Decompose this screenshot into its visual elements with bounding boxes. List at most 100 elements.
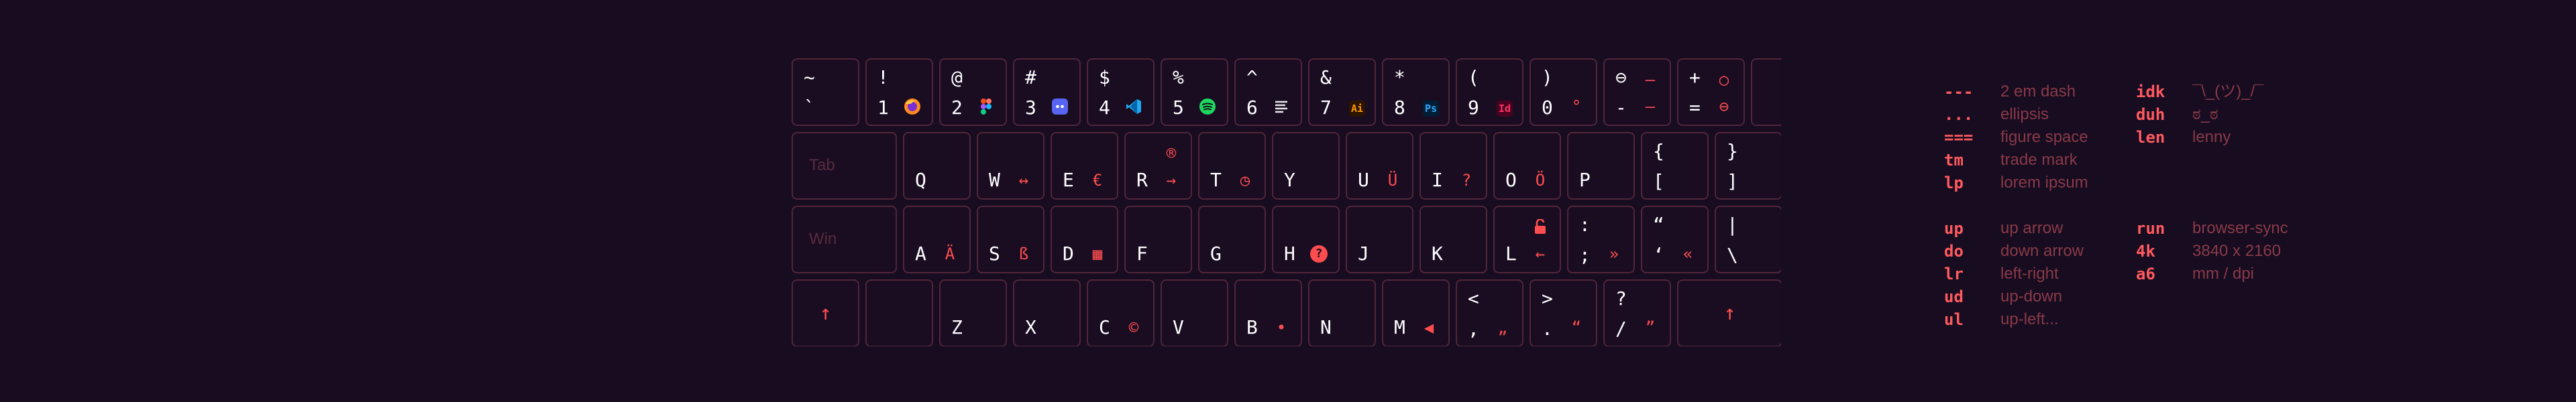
key-p[interactable]: P bbox=[1567, 132, 1635, 200]
key-5[interactable]: % 5 bbox=[1161, 58, 1228, 126]
key-bottom-label: ‘ bbox=[1653, 244, 1664, 266]
key-semicolon[interactable]: :; » bbox=[1567, 206, 1635, 273]
key-l[interactable]: L ← bbox=[1493, 206, 1561, 273]
key-6[interactable]: ^ 6 bbox=[1234, 58, 1302, 126]
key-e[interactable]: E € bbox=[1051, 132, 1118, 200]
key-r[interactable]: ® R → bbox=[1124, 132, 1192, 200]
key-label: O bbox=[1505, 169, 1517, 191]
key-tilde[interactable]: ~ ` bbox=[792, 58, 859, 126]
key-bottom-label: . bbox=[1542, 318, 1553, 340]
legend-description: ¯\_(ツ)_/¯ bbox=[2192, 82, 2264, 100]
legend-row: lr left-right bbox=[1944, 263, 2088, 285]
key-backspace-partial[interactable] bbox=[1751, 58, 1781, 126]
key-g[interactable]: G bbox=[1198, 206, 1266, 273]
key-8[interactable]: * 8 Ps bbox=[1382, 58, 1450, 126]
key-7[interactable]: & 7 Ai bbox=[1308, 58, 1376, 126]
legend-description: down arrow bbox=[2000, 242, 2084, 260]
key-z[interactable]: Z bbox=[939, 279, 1007, 346]
notes-icon bbox=[1271, 96, 1291, 117]
key-bottom-label: 3 bbox=[1025, 96, 1036, 119]
key-label: B bbox=[1246, 316, 1258, 338]
key-label: P bbox=[1579, 169, 1591, 191]
key-v[interactable]: V bbox=[1161, 279, 1228, 346]
key-bottom-label: - bbox=[1615, 96, 1627, 119]
key-h[interactable]: H? bbox=[1272, 206, 1340, 273]
key-t[interactable]: T ◷ bbox=[1198, 132, 1266, 200]
key-label: J bbox=[1358, 243, 1369, 265]
key-2[interactable]: @ 2 bbox=[939, 58, 1007, 126]
key-bottom-label: 5 bbox=[1173, 96, 1184, 119]
key-period[interactable]: >. “ bbox=[1529, 279, 1597, 346]
key-label: X bbox=[1025, 316, 1036, 338]
key-bottom-label: = bbox=[1689, 96, 1701, 119]
key-bottom-label: 9 bbox=[1468, 96, 1479, 119]
key-shift-left[interactable]: ↑ bbox=[792, 279, 859, 346]
key-bracket-right[interactable]: }] bbox=[1715, 132, 1781, 200]
legend-description: up arrow bbox=[2000, 219, 2063, 237]
key-n[interactable]: N bbox=[1308, 279, 1376, 346]
key-shift-right[interactable]: ↑ bbox=[1677, 279, 1781, 346]
key-win[interactable]: Win bbox=[792, 206, 897, 273]
key-j[interactable]: J bbox=[1346, 206, 1413, 273]
key-quote[interactable]: “ ‘ « bbox=[1641, 206, 1709, 273]
circle-icon: ○ bbox=[1719, 70, 1729, 89]
key-q[interactable]: Q bbox=[903, 132, 971, 200]
key-minus[interactable]: ⊖ — - – bbox=[1603, 58, 1671, 126]
key-u[interactable]: UÜ bbox=[1346, 132, 1413, 200]
key-w[interactable]: W ↔ bbox=[977, 132, 1044, 200]
legend-code: do bbox=[1944, 242, 1964, 261]
key-a[interactable]: AÄ bbox=[903, 206, 971, 273]
key-label: H bbox=[1284, 243, 1295, 265]
legend-row: up up arrow bbox=[1944, 217, 2088, 240]
key-label: G bbox=[1210, 243, 1222, 265]
key-o[interactable]: OÖ bbox=[1493, 132, 1561, 200]
figma-icon bbox=[976, 96, 996, 117]
qwerty-row: Tab Q W ↔ E € ® R → T ◷ Y UÜ I? OÖ P {[ }] bbox=[792, 132, 1781, 200]
key-d[interactable]: D ▦ bbox=[1051, 206, 1118, 273]
key-top-label: ~ bbox=[804, 66, 815, 88]
key-label: Y bbox=[1284, 169, 1295, 191]
key-k[interactable]: K bbox=[1419, 206, 1487, 273]
key-top-label: * bbox=[1394, 66, 1405, 88]
key-bracket-left[interactable]: {[ bbox=[1641, 132, 1709, 200]
key-comma[interactable]: <, „ bbox=[1456, 279, 1523, 346]
key-label: R bbox=[1136, 169, 1148, 191]
spotify-icon bbox=[1197, 96, 1218, 117]
u-umlaut-icon: Ü bbox=[1387, 171, 1398, 190]
key-bottom-label: 2 bbox=[951, 96, 963, 119]
key-bottom-label: ] bbox=[1727, 170, 1738, 192]
key-label: A bbox=[915, 243, 926, 265]
legend-description: 3840 x 2160 bbox=[2192, 242, 2282, 260]
key-3[interactable]: # 3 bbox=[1013, 58, 1081, 126]
key-top-label: : bbox=[1579, 214, 1591, 236]
key-s[interactable]: Sß bbox=[977, 206, 1044, 273]
key-m[interactable]: M ◀ bbox=[1382, 279, 1450, 346]
key-i[interactable]: I? bbox=[1419, 132, 1487, 200]
legend-code: run bbox=[2136, 219, 2165, 238]
key-tab[interactable]: Tab bbox=[792, 132, 897, 200]
minus-circle-icon: ⊖ bbox=[1719, 97, 1729, 116]
legend-row: duh ಠ_ಠ bbox=[2136, 103, 2288, 126]
key-b[interactable]: B • bbox=[1234, 279, 1302, 346]
legend-row: lp lorem ipsum bbox=[1944, 172, 2088, 194]
keyboard: ~ ` ! 1 @ 2 # 3 $ 4 % 5 ^ 6 & 7 Ai * 8 P… bbox=[792, 58, 1781, 346]
key-backslash[interactable]: | \ bbox=[1715, 206, 1781, 273]
key-c[interactable]: C © bbox=[1087, 279, 1155, 346]
euro-icon: € bbox=[1092, 171, 1103, 190]
key-blank[interactable] bbox=[865, 279, 933, 346]
key-4[interactable]: $ 4 bbox=[1087, 58, 1155, 126]
en-dash-icon: – bbox=[1645, 97, 1656, 116]
key-9[interactable]: ( 9 Id bbox=[1456, 58, 1523, 126]
key-slash[interactable]: ? / ” bbox=[1603, 279, 1671, 346]
key-f[interactable]: F bbox=[1124, 206, 1192, 273]
key-y[interactable]: Y bbox=[1272, 132, 1340, 200]
key-bottom-label: \ bbox=[1727, 244, 1738, 266]
key-x[interactable]: X bbox=[1013, 279, 1081, 346]
legend-code: ud bbox=[1944, 287, 1964, 306]
key-0[interactable]: ) 0 ° bbox=[1529, 58, 1597, 126]
key-equals[interactable]: + ○ = ⊖ bbox=[1677, 58, 1745, 126]
legend-row: do down arrow bbox=[1944, 240, 2088, 263]
key-top-label: ! bbox=[877, 66, 889, 88]
key-1[interactable]: ! 1 bbox=[865, 58, 933, 126]
legend-description: trade mark bbox=[2000, 151, 2078, 169]
